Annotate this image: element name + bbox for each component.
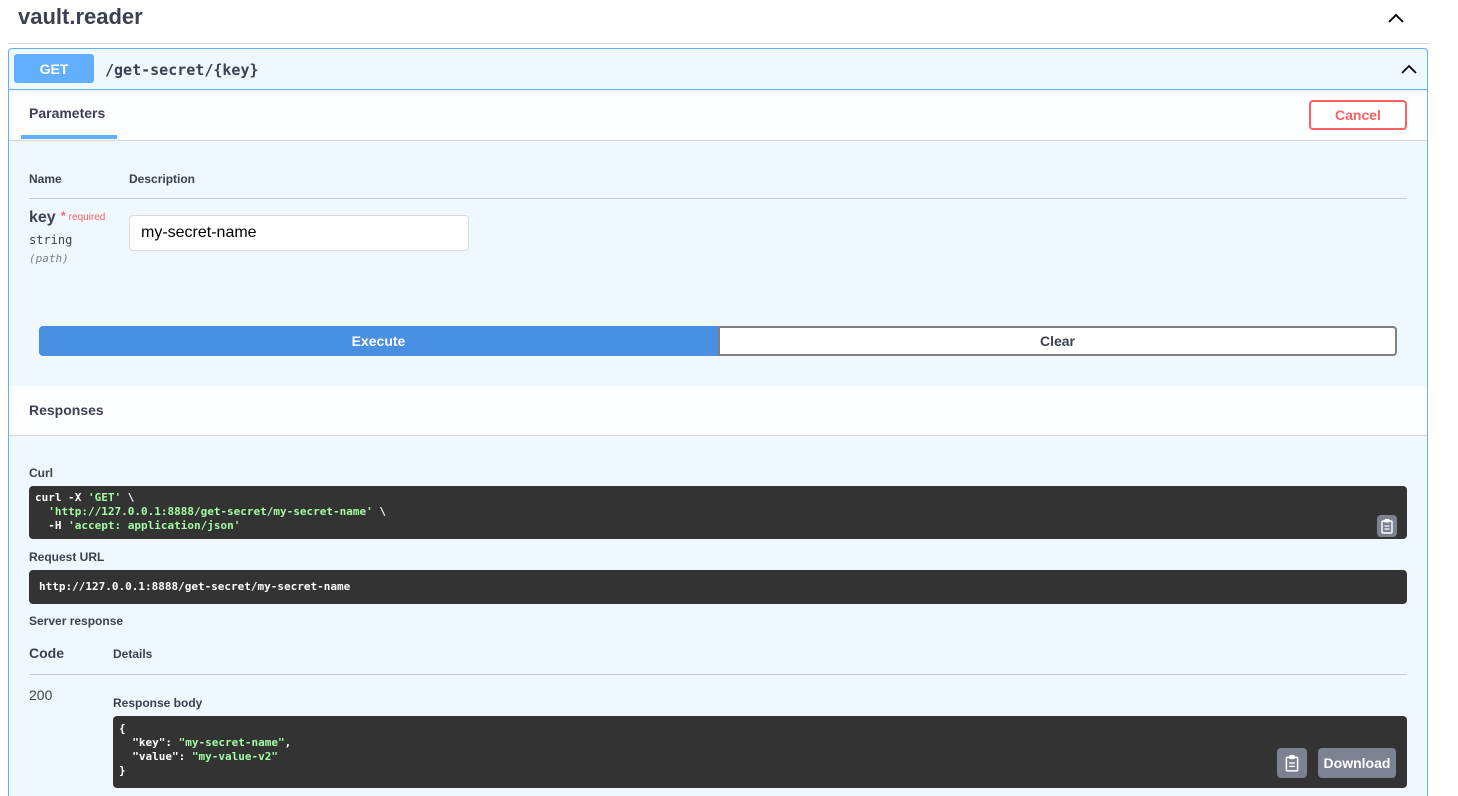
- responses-header: Responses: [9, 386, 1427, 436]
- swagger-page: vault.reader GET /get-secret/{key} Param…: [0, 0, 1458, 796]
- divider: [29, 674, 1407, 675]
- column-header-code: Code: [29, 645, 64, 661]
- request-url-label: Request URL: [29, 550, 105, 564]
- parameters-header: Parameters Cancel: [9, 91, 1427, 141]
- chevron-up-icon[interactable]: [1382, 6, 1410, 30]
- operation-summary[interactable]: GET /get-secret/{key}: [9, 49, 1427, 90]
- column-header-name: Name: [29, 172, 62, 186]
- column-header-details: Details: [113, 647, 153, 661]
- clipboard-icon[interactable]: [1277, 748, 1307, 778]
- required-star: *: [61, 209, 66, 223]
- divider: [29, 198, 1407, 199]
- response-body: { "key": "my-secret-name", "value": "my-…: [119, 722, 292, 777]
- curl-command: curl -X 'GET' \ 'http://127.0.0.1:8888/g…: [35, 491, 387, 532]
- column-header-description: Description: [129, 172, 196, 186]
- execute-button[interactable]: Execute: [39, 326, 718, 356]
- response-code: 200: [29, 687, 53, 703]
- response-body-block: { "key": "my-secret-name", "value": "my-…: [113, 716, 1407, 788]
- param-type: string: [29, 233, 73, 247]
- server-response-label: Server response: [29, 614, 124, 628]
- param-name: key: [29, 209, 56, 226]
- tag-title: vault.reader: [18, 4, 143, 29]
- cancel-button[interactable]: Cancel: [1309, 100, 1407, 130]
- request-url: http://127.0.0.1:8888/get-secret/my-secr…: [39, 580, 351, 593]
- responses-title: Responses: [29, 402, 104, 418]
- required-label: required: [68, 212, 106, 223]
- request-url-block: http://127.0.0.1:8888/get-secret/my-secr…: [29, 570, 1407, 604]
- key-input[interactable]: [129, 215, 469, 251]
- clipboard-icon[interactable]: [1377, 515, 1397, 537]
- curl-code-block: curl -X 'GET' \ 'http://127.0.0.1:8888/g…: [29, 486, 1407, 539]
- chevron-up-icon[interactable]: [1395, 57, 1423, 81]
- response-body-label: Response body: [113, 696, 203, 710]
- execute-button-group: Execute Clear: [39, 326, 1397, 356]
- param-required: * required: [61, 209, 105, 223]
- param-location: (path): [29, 252, 69, 265]
- operation-block: GET /get-secret/{key} Parameters Cancel …: [8, 48, 1428, 796]
- clear-button[interactable]: Clear: [718, 326, 1397, 356]
- download-button[interactable]: Download: [1318, 748, 1396, 778]
- http-method-badge: GET: [14, 54, 94, 83]
- operation-path: /get-secret/{key}: [105, 61, 259, 79]
- tag-section-header[interactable]: vault.reader: [8, 0, 1430, 44]
- tab-parameters[interactable]: Parameters: [21, 91, 117, 139]
- curl-label: Curl: [29, 466, 53, 480]
